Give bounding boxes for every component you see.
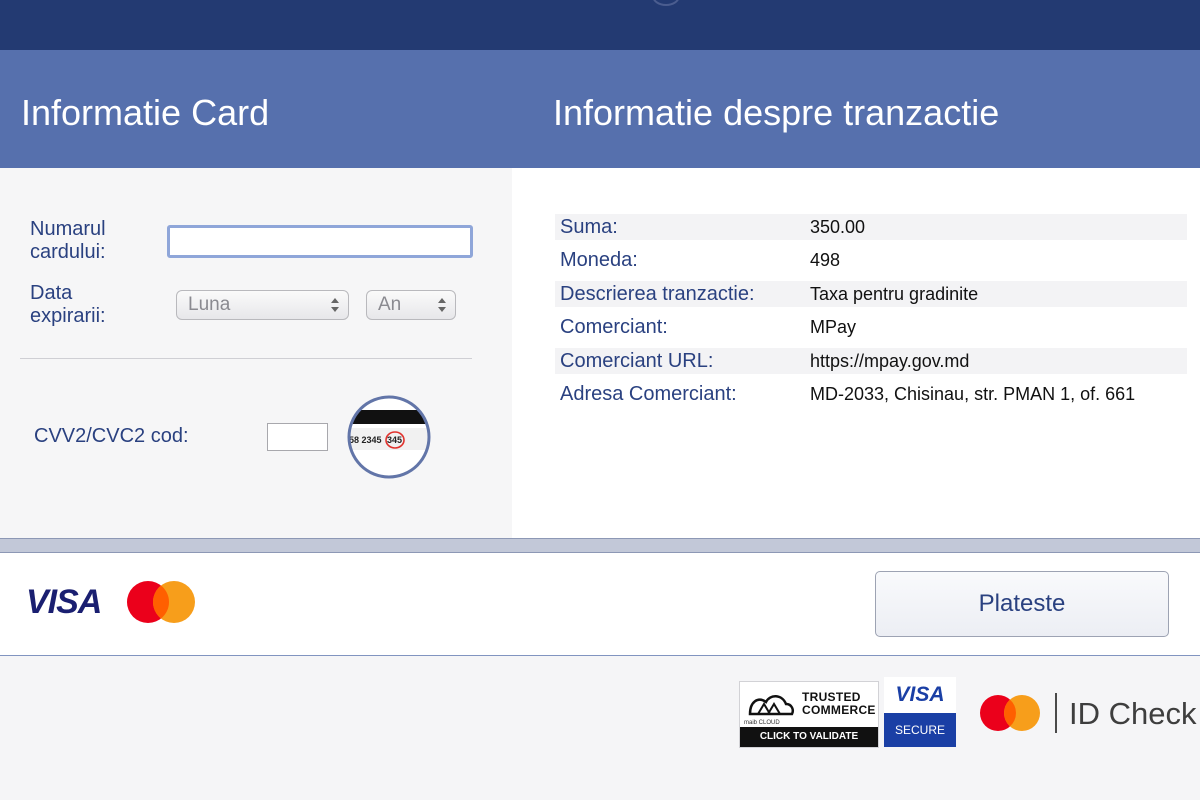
cvv-hint-number: 58 2345: [349, 435, 382, 445]
trusted-commerce-text: TRUSTED COMMERCE: [802, 691, 876, 717]
transaction-label: Descrierea tranzactie:: [560, 283, 755, 305]
mastercard-logo-icon: [127, 581, 195, 623]
section-header-band: Informatie Card Informatie despre tranza…: [0, 50, 1200, 168]
transaction-row-description: Descrierea tranzactie: Taxa pentru gradi…: [555, 281, 1187, 307]
transaction-value: 498: [810, 250, 841, 270]
transaction-row-merchant-address: Adresa Comerciant: MD-2033, Chisinau, st…: [555, 381, 1187, 407]
transaction-row-merchant-url: Comerciant URL: https://mpay.gov.md: [555, 348, 1187, 374]
mastercard-id-check-logo-icon: [980, 695, 1040, 731]
transaction-value: Taxa pentru gradinite: [810, 284, 979, 304]
id-check-separator: [1055, 693, 1057, 733]
id-check-label: ID Check: [1069, 696, 1197, 731]
transaction-section-title: Informatie despre tranzactie: [553, 92, 1000, 133]
expiry-month-select[interactable]: Luna: [176, 290, 349, 320]
card-section-title: Informatie Card: [21, 92, 270, 133]
cvv-label: CVV2/CVC2 cod:: [34, 425, 189, 447]
card-number-label: Numarul cardului:: [30, 218, 106, 263]
trusted-commerce-badge[interactable]: TRUSTED COMMERCE maib CLOUD CLICK TO VAL…: [739, 681, 879, 748]
transaction-label: Comerciant:: [560, 316, 668, 338]
select-arrows-icon: [438, 298, 446, 312]
visa-secure-badge: VISA SECURE: [884, 677, 956, 747]
expiry-date-label: Data expirarii:: [30, 282, 106, 327]
trusted-brand-label: maib CLOUD: [744, 720, 780, 726]
brand-logo-icon: [652, 0, 680, 6]
form-divider: [20, 358, 472, 359]
payment-footer: VISA Plateste: [0, 553, 1200, 656]
card-info-panel: Numarul cardului: Data expirarii: Luna A…: [0, 168, 512, 538]
transaction-row-currency: Moneda: 498: [555, 247, 1187, 273]
card-back-cvv-icon: 58 2345 345: [347, 395, 431, 479]
visa-logo: VISA: [26, 583, 102, 621]
transaction-label: Moneda:: [560, 249, 638, 271]
transaction-label: Suma:: [560, 216, 618, 238]
cvv-input[interactable]: [267, 423, 328, 451]
top-bar: [0, 0, 1200, 50]
transaction-value: MPay: [810, 317, 857, 337]
expiry-year-select[interactable]: An: [366, 290, 456, 320]
select-arrows-icon: [331, 298, 339, 312]
transaction-label: Adresa Comerciant:: [560, 383, 737, 405]
transaction-value: https://mpay.gov.md: [810, 351, 970, 371]
transaction-row-amount: Suma: 350.00: [555, 214, 1187, 240]
visa-secure-label: SECURE: [884, 713, 956, 747]
transaction-value: MD-2033, Chisinau, str. PMAN 1, of. 661: [810, 384, 1136, 404]
section-separator: [0, 538, 1200, 553]
pay-button[interactable]: Plateste: [875, 571, 1169, 637]
transaction-value: 350.00: [810, 217, 866, 237]
transaction-label: Comerciant URL:: [560, 350, 714, 372]
expiry-month-value: Luna: [188, 294, 231, 315]
trusted-line-2: COMMERCE: [802, 703, 876, 717]
visa-secure-logo: VISA: [895, 683, 945, 706]
transaction-row-merchant: Comerciant: MPay: [555, 314, 1187, 340]
expiry-year-value: An: [378, 294, 402, 315]
maib-cloud-logo-icon: [748, 695, 794, 716]
card-number-input[interactable]: [167, 225, 473, 258]
cvv-hint-code: 345: [387, 435, 402, 445]
click-to-validate-label: CLICK TO VALIDATE: [740, 727, 878, 747]
